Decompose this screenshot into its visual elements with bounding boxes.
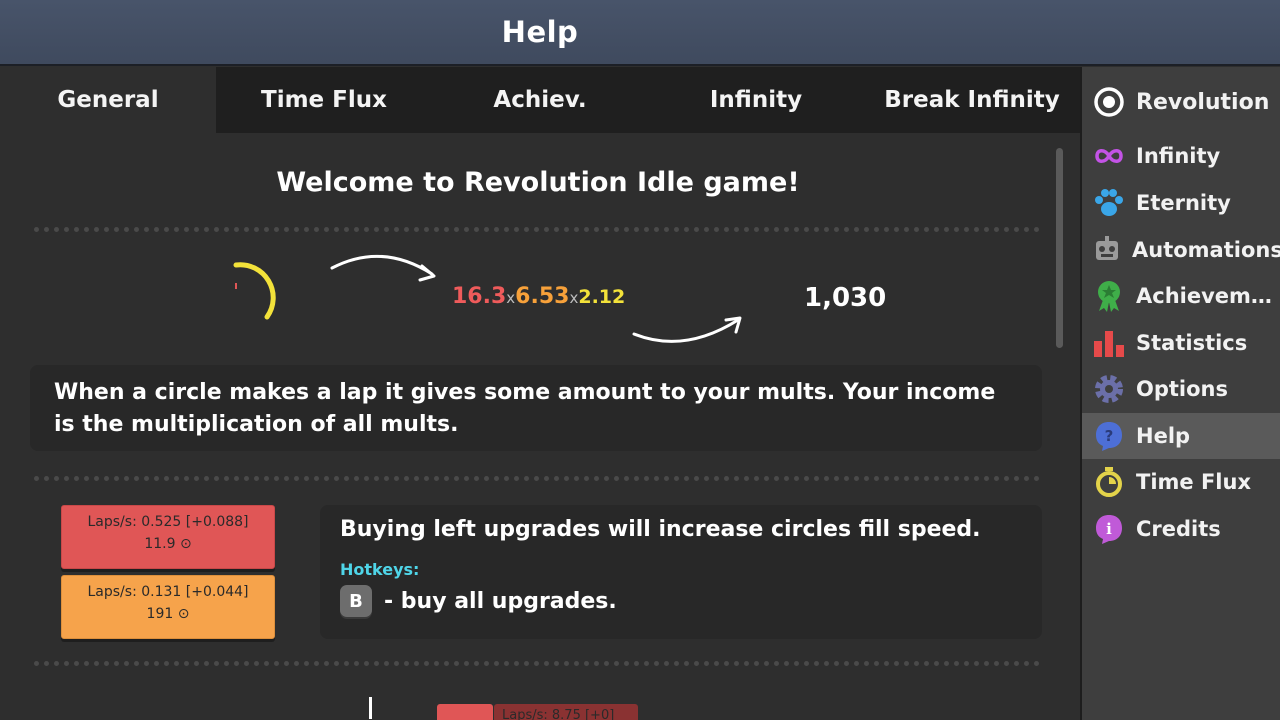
sidebar-item-label: Achievem… bbox=[1136, 284, 1272, 308]
help-tabs: General Time Flux Achiev. Infinity Break… bbox=[0, 67, 1080, 133]
svg-text:i: i bbox=[1106, 520, 1112, 538]
upgrade-rate: Laps/s: 0.525 [+0.088] bbox=[87, 514, 249, 530]
sidebar-item-label: Options bbox=[1136, 377, 1228, 401]
target-icon bbox=[1092, 85, 1126, 119]
upgrade-cost: 11.9 bbox=[144, 536, 176, 552]
paw-icon bbox=[1092, 186, 1126, 220]
help-content: Welcome to Revolution Idle game! 16.3x6.… bbox=[0, 133, 1066, 720]
tab-general[interactable]: General bbox=[0, 67, 216, 133]
infinity-icon bbox=[1092, 139, 1126, 173]
help-icon: ? bbox=[1092, 419, 1126, 453]
scrollbar-thumb[interactable] bbox=[1056, 148, 1063, 348]
mult-orange: 6.53 bbox=[515, 284, 570, 309]
income-value: 1,030 bbox=[804, 283, 887, 313]
sidebar-item-credits[interactable]: i Credits bbox=[1082, 506, 1280, 552]
upgrade-cost: 191 bbox=[146, 606, 174, 622]
stopwatch-icon bbox=[1092, 465, 1126, 499]
hotkey-b-key: B bbox=[340, 585, 372, 617]
dotted-divider bbox=[34, 661, 1040, 666]
times-sign: x bbox=[569, 289, 579, 307]
sidebar-item-label: Infinity bbox=[1136, 144, 1221, 168]
upgrade-info: Buying left upgrades will increase circl… bbox=[320, 505, 1042, 639]
tab-break-infinity[interactable]: Break Infinity bbox=[864, 67, 1080, 133]
hotkeys-label: Hotkeys: bbox=[340, 560, 420, 579]
circle-marker bbox=[369, 697, 372, 719]
sidebar-item-label: Time Flux bbox=[1136, 470, 1251, 494]
sidebar-item-statistics[interactable]: Statistics bbox=[1082, 320, 1280, 366]
medal-icon bbox=[1092, 279, 1126, 313]
upgrade-description: Buying left upgrades will increase circl… bbox=[340, 517, 981, 542]
hotkey-description: - buy all upgrades. bbox=[384, 588, 617, 614]
sidebar-item-label: Eternity bbox=[1136, 191, 1231, 215]
sidebar-item-label: Statistics bbox=[1136, 331, 1248, 355]
sidebar-item-revolution[interactable]: Revolution bbox=[1082, 79, 1280, 125]
dotted-divider bbox=[34, 476, 1040, 481]
hotkey-row: B - buy all upgrades. bbox=[340, 585, 1022, 617]
dotted-divider bbox=[34, 227, 1040, 232]
target-icon: ⊙ bbox=[179, 536, 192, 552]
sidebar-item-eternity[interactable]: Eternity bbox=[1082, 180, 1280, 226]
sidebar-item-options[interactable]: Options bbox=[1082, 366, 1280, 412]
sidebar-item-label: Automations bbox=[1132, 238, 1280, 262]
mult-red: 16.3 bbox=[452, 284, 507, 309]
sidebar-item-label: Help bbox=[1136, 424, 1191, 448]
robot-icon bbox=[1092, 233, 1122, 267]
bar-chart-icon bbox=[1092, 326, 1126, 360]
sidebar-item-infinity[interactable]: Infinity bbox=[1082, 133, 1280, 179]
tab-infinity[interactable]: Infinity bbox=[648, 67, 864, 133]
revolution-circle-icon bbox=[233, 262, 276, 320]
svg-text:?: ? bbox=[1105, 427, 1114, 445]
arrow-right-icon bbox=[632, 316, 742, 343]
arrow-right-icon bbox=[330, 254, 436, 282]
welcome-heading: Welcome to Revolution Idle game! bbox=[276, 167, 800, 198]
sidebar-item-automations[interactable]: Automations bbox=[1082, 227, 1280, 273]
title-bar: Help bbox=[0, 0, 1280, 66]
times-sign: x bbox=[506, 289, 516, 307]
sidebar: Revolution Infinity Eternity Automations bbox=[1080, 67, 1280, 720]
upgrade-rate: Laps/s: 0.131 [+0.044] bbox=[87, 584, 249, 600]
multiplier-expression: 16.3x6.53x2.12 bbox=[452, 284, 625, 309]
sidebar-item-time-flux[interactable]: Time Flux bbox=[1082, 459, 1280, 505]
sidebar-item-help[interactable]: ? Help bbox=[1082, 413, 1280, 459]
scrollbar-track bbox=[1066, 133, 1080, 720]
upgrade-button-partial[interactable] bbox=[437, 704, 493, 720]
gear-icon bbox=[1092, 372, 1126, 406]
upgrade-button-red[interactable]: Laps/s: 0.525 [+0.088] 11.9 ⊙ bbox=[61, 505, 275, 569]
upgrade-button-partial[interactable]: Laps/s: 8.75 [+0] bbox=[494, 704, 638, 720]
tab-achievements[interactable]: Achiev. bbox=[432, 67, 648, 133]
upgrade-button-orange[interactable]: Laps/s: 0.131 [+0.044] 191 ⊙ bbox=[61, 575, 275, 639]
tab-time-flux[interactable]: Time Flux bbox=[216, 67, 432, 133]
sidebar-item-label: Revolution bbox=[1136, 89, 1270, 115]
sidebar-item-label: Credits bbox=[1136, 517, 1221, 541]
target-icon: ⊙ bbox=[177, 606, 190, 622]
window-title: Help bbox=[501, 15, 579, 49]
lap-explanation: When a circle makes a lap it gives some … bbox=[30, 365, 1042, 451]
info-icon: i bbox=[1092, 512, 1126, 546]
mult-yellow: 2.12 bbox=[578, 286, 626, 308]
sidebar-item-achievements[interactable]: Achievem… bbox=[1082, 273, 1280, 319]
